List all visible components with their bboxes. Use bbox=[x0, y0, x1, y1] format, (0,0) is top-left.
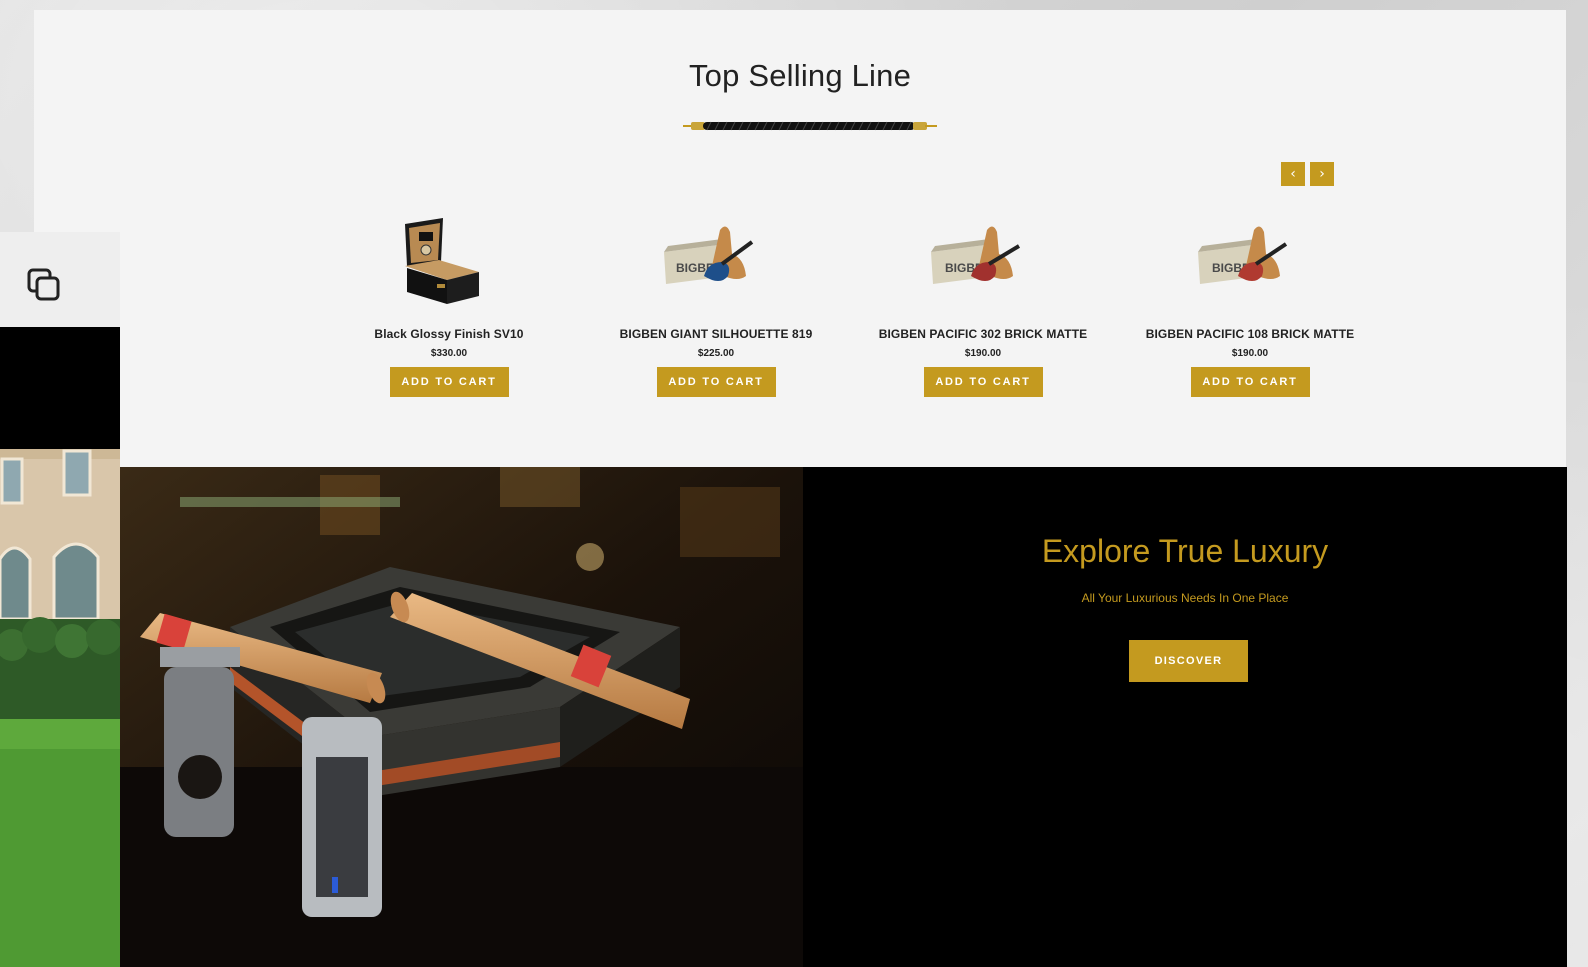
carousel-next-button[interactable]: › bbox=[1310, 162, 1334, 186]
side-dark-block bbox=[0, 327, 120, 449]
product-card: BIGBEN BIGBEN PACIFIC 302 BRICK MATTE $1… bbox=[863, 200, 1103, 397]
add-to-cart-button[interactable]: ADD TO CART bbox=[1190, 367, 1310, 397]
humidor-image[interactable] bbox=[329, 200, 569, 310]
building-photo bbox=[0, 449, 120, 967]
banner-title: Explore True Luxury bbox=[1041, 533, 1329, 569]
carousel-controls: ‹ › bbox=[1281, 162, 1334, 186]
cigar-ashtray-photo bbox=[120, 467, 803, 967]
product-card: BIGBEN BIGBEN PACIFIC 108 BRICK MATTE $1… bbox=[1130, 200, 1370, 397]
discover-button[interactable]: DISCOVER bbox=[1129, 640, 1248, 682]
banner-subtitle: All Your Luxurious Needs In One Place bbox=[1081, 591, 1289, 605]
side-widget[interactable] bbox=[0, 232, 120, 327]
section-title: Top Selling Line bbox=[688, 58, 912, 93]
rope-divider-icon bbox=[683, 121, 937, 131]
pipe-box-image[interactable]: BIGBEN bbox=[1130, 200, 1370, 310]
product-name[interactable]: Black Glossy Finish SV10 bbox=[329, 327, 569, 341]
add-to-cart-button[interactable]: ADD TO CART bbox=[389, 367, 509, 397]
add-to-cart-button[interactable]: ADD TO CART bbox=[656, 367, 776, 397]
luxury-banner: Explore True Luxury All Your Luxurious N… bbox=[803, 467, 1567, 967]
product-name[interactable]: BIGBEN GIANT SILHOUETTE 819 bbox=[596, 327, 836, 341]
top-selling-section: Top Selling Line ‹ › Black Glossy Finish… bbox=[34, 10, 1566, 467]
pipe-box-image[interactable]: BIGBEN bbox=[596, 200, 836, 310]
product-price: $190.00 bbox=[1231, 348, 1269, 359]
product-card: BIGBEN BIGBEN GIANT SILHOUETTE 819 $225.… bbox=[596, 200, 836, 397]
product-price: $225.00 bbox=[697, 348, 735, 359]
product-price: $330.00 bbox=[430, 348, 468, 359]
product-card: Black Glossy Finish SV10 $330.00 ADD TO … bbox=[329, 200, 569, 397]
product-price: $190.00 bbox=[964, 348, 1002, 359]
copy-icon[interactable] bbox=[26, 267, 62, 303]
product-name[interactable]: BIGBEN PACIFIC 108 BRICK MATTE bbox=[1130, 327, 1370, 341]
product-name[interactable]: BIGBEN PACIFIC 302 BRICK MATTE bbox=[863, 327, 1103, 341]
pipe-box-image[interactable]: BIGBEN bbox=[863, 200, 1103, 310]
add-to-cart-button[interactable]: ADD TO CART bbox=[923, 367, 1043, 397]
carousel-prev-button[interactable]: ‹ bbox=[1281, 162, 1305, 186]
